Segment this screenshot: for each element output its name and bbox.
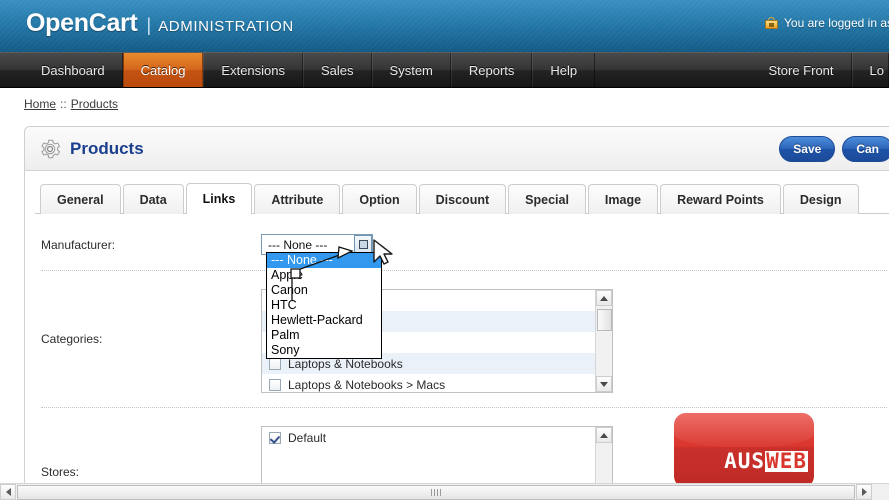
logo-gloss [674,413,814,447]
horizontal-scrollbar[interactable] [0,483,889,500]
scroll-right-icon[interactable] [856,484,872,500]
breadcrumb: Home:: Products [24,97,118,111]
checkbox-icon[interactable] [269,431,281,444]
row-divider-2 [41,407,887,408]
logo-text-web: WEB [765,449,808,473]
row-divider-1 [41,270,887,271]
manufacturer-label: Manufacturer: [41,238,116,252]
categories-label: Categories: [41,332,103,346]
list-item-label: Default [288,430,327,445]
tab-bar: General Data Links Attribute Option Disc… [35,182,889,214]
nav-item-store-front[interactable]: Store Front [752,53,852,87]
opencart-logo: OpenCart | ADMINISTRATION [26,9,294,38]
cancel-button[interactable]: Can [842,136,889,162]
logo-admin-text: ADMINISTRATION [158,18,294,35]
dropdown-option-palm[interactable]: Palm [267,328,381,343]
dropdown-option-hewlett-packard[interactable]: Hewlett-Packard [267,313,381,328]
tab-special[interactable]: Special [508,184,586,214]
list-item[interactable]: Laptops & Notebooks > Macs [262,374,595,392]
nav-item-reports[interactable]: Reports [450,53,533,87]
tab-discount[interactable]: Discount [418,184,507,214]
categories-row: Categories: Laptops & Notebooks Laptops … [25,289,889,393]
stores-rows: Default [262,427,595,485]
scroll-up-icon[interactable] [596,427,612,443]
nav-item-logout[interactable]: Lo [851,53,889,87]
nav-secondary-group: Store Front Lo [752,53,889,87]
main-navigation: Dashboard Catalog Extensions Sales Syste… [0,52,889,88]
logged-in-status: You are logged in as [765,16,889,30]
nav-primary-group: Dashboard Catalog Extensions Sales Syste… [24,53,596,87]
page-title: Products [70,138,144,158]
dropdown-option-none[interactable]: --- None --- [267,253,381,268]
ausweb-logo-text: AUS WEB [724,451,808,472]
logo-separator: | [146,15,152,35]
ausweb-logo: AUS WEB [674,413,814,488]
nav-item-system[interactable]: System [371,53,451,87]
dropdown-option-sony[interactable]: Sony [267,343,381,358]
panel-action-buttons: Save Can [779,136,889,162]
nav-item-extensions[interactable]: Extensions [203,53,304,87]
stores-scrollbar[interactable] [595,427,612,485]
application-window: OpenCart | ADMINISTRATION You are logged… [0,0,889,500]
tab-general[interactable]: General [40,184,121,214]
dropdown-option-canon[interactable]: Canon [267,283,381,298]
tab-design[interactable]: Design [782,184,859,214]
logged-in-label: You are logged in as [784,16,889,30]
logo-text: OpenCart [26,9,138,37]
nav-item-dashboard[interactable]: Dashboard [24,53,123,87]
manufacturer-row: Manufacturer: --- None --- [25,234,889,260]
manufacturer-dropdown-list[interactable]: --- None --- Apple Canon HTC Hewlett-Pac… [266,252,382,359]
manufacturer-selected-value: --- None --- [268,237,328,252]
tab-image[interactable]: Image [587,184,659,214]
dropdown-option-htc[interactable]: HTC [267,298,381,313]
tab-links[interactable]: Links [185,183,253,214]
scroll-down-icon[interactable] [596,376,612,392]
breadcrumb-home-link[interactable]: Home [24,97,56,111]
checkbox-icon[interactable] [269,357,281,370]
logo-text-aus: AUS [724,449,766,473]
panel-header: Products Save Can [25,127,889,171]
gear-icon [41,139,61,158]
scrollbar-thumb[interactable] [597,309,612,331]
scroll-left-icon[interactable] [0,484,16,500]
nav-item-sales[interactable]: Sales [303,53,372,87]
save-button[interactable]: Save [779,136,836,162]
nav-item-catalog[interactable]: Catalog [122,53,204,87]
breadcrumb-products-link[interactable]: Products [71,97,118,111]
tab-data[interactable]: Data [122,184,184,214]
list-item[interactable]: Default [262,427,595,448]
checkbox-icon[interactable] [269,378,281,391]
app-header: OpenCart | ADMINISTRATION You are logged… [0,0,889,52]
nav-item-help[interactable]: Help [532,53,596,87]
lock-icon [765,17,779,29]
horizontal-scrollbar-thumb[interactable] [17,484,855,500]
list-item-label: Laptops & Notebooks > Macs [288,377,446,392]
stores-label: Stores: [41,465,80,479]
scroll-up-icon[interactable] [596,290,612,306]
breadcrumb-separator: :: [60,97,67,111]
stores-listbox[interactable]: Default [261,426,613,485]
tab-option[interactable]: Option [342,184,417,214]
categories-scrollbar[interactable] [595,290,612,392]
tab-attribute[interactable]: Attribute [254,184,341,214]
dropdown-option-apple[interactable]: Apple [267,268,381,283]
tab-reward-points[interactable]: Reward Points [660,184,781,214]
scrollbar-grip-icon [431,488,441,496]
